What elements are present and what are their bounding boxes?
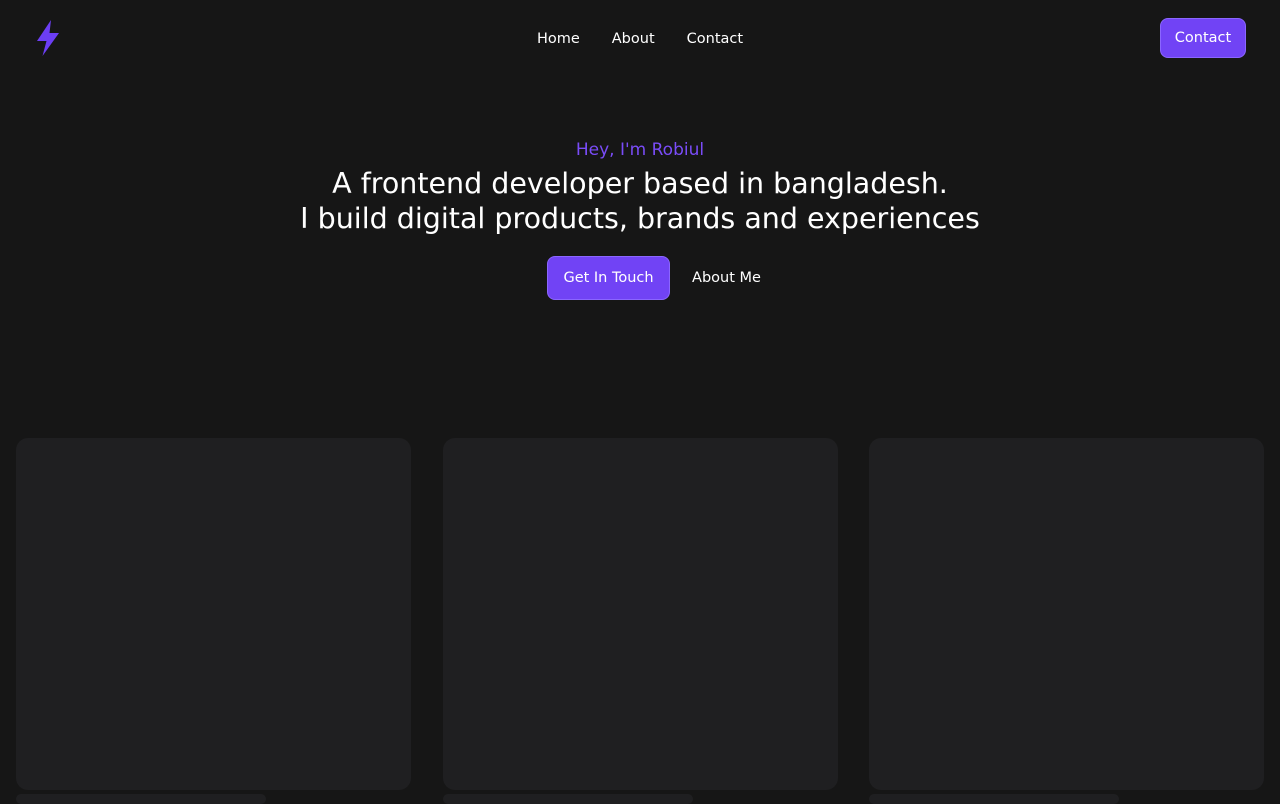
nav-links: Home About Contact: [0, 29, 1280, 49]
hero-headline: A frontend developer based in bangladesh…: [0, 166, 1280, 236]
hero-headline-line-1: A frontend developer based in bangladesh…: [332, 167, 948, 200]
navbar: Home About Contact Contact: [0, 0, 1280, 78]
project-card-3-caption-placeholder: [869, 794, 1119, 804]
hero-actions: Get In Touch About Me: [0, 256, 1280, 300]
get-in-touch-button[interactable]: Get In Touch: [547, 256, 671, 300]
nav-link-contact[interactable]: Contact: [687, 29, 743, 49]
project-card-1[interactable]: [16, 438, 411, 790]
project-card-3[interactable]: [869, 438, 1264, 790]
hero-headline-line-2: I build digital products, brands and exp…: [300, 202, 980, 235]
project-cards: [16, 438, 1264, 804]
hero-section: Hey, I'm Robiul A frontend developer bas…: [0, 138, 1280, 236]
project-card-1-caption-placeholder: [16, 794, 266, 804]
project-card-2[interactable]: [443, 438, 838, 790]
nav-link-home[interactable]: Home: [537, 29, 580, 49]
contact-button[interactable]: Contact: [1160, 18, 1246, 58]
hero-greeting: Hey, I'm Robiul: [575, 140, 705, 160]
about-me-link[interactable]: About Me: [692, 268, 761, 288]
nav-link-about[interactable]: About: [612, 29, 655, 49]
project-card-2-caption-placeholder: [443, 794, 693, 804]
